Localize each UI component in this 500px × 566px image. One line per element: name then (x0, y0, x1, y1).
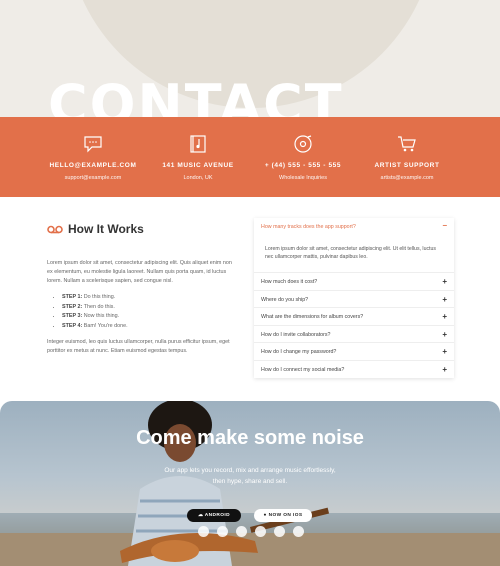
contact-band: HELLO@EXAMPLE.COM support@example.com 14… (0, 117, 500, 197)
contact-title: HELLO@EXAMPLE.COM (49, 162, 137, 169)
android-label: ANDROID (204, 513, 230, 518)
expand-icon[interactable]: + (442, 312, 447, 321)
youtube-icon[interactable] (293, 526, 304, 537)
faq-question[interactable]: How much does it cost? (261, 279, 317, 285)
step-text: Now this thing. (83, 313, 120, 319)
lastfm-icon[interactable] (274, 526, 285, 537)
android-icon: ☁ (198, 513, 204, 518)
faq-item[interactable]: How do I invite collaborators? + (254, 326, 454, 343)
contact-subtitle: London, UK (183, 175, 213, 181)
how-title: How It Works (68, 222, 144, 236)
expand-icon[interactable]: + (442, 277, 447, 286)
faq-item-open[interactable]: How many tracks does the app support? − … (254, 218, 454, 273)
expand-icon[interactable]: + (442, 295, 447, 304)
expand-icon[interactable]: + (442, 347, 447, 356)
step-text: Do this thing. (83, 294, 116, 300)
social-links (198, 526, 304, 537)
faq-answer: Lorem ipsum dolor sit amet, consectetur … (265, 246, 436, 260)
cart-icon (398, 136, 416, 152)
contact-title: 141 MUSIC AVENUE (162, 162, 234, 169)
apple-icon: ● (263, 513, 267, 518)
step-label: STEP 3: (62, 313, 83, 319)
steps-list: STEP 1: Do this thing. STEP 2: Then do t… (62, 293, 237, 331)
how-heading: How It Works (47, 222, 237, 236)
spotify-icon[interactable] (255, 526, 266, 537)
faq-question[interactable]: How do I change my password? (261, 349, 336, 355)
collapse-icon[interactable]: − (442, 221, 447, 230)
ios-button[interactable]: ● NOW ON IOS (254, 509, 312, 522)
faq-item[interactable]: What are the dimensions for album covers… (254, 308, 454, 326)
contact-title: ARTIST SUPPORT (374, 162, 440, 169)
step-text: Then do this. (83, 303, 115, 310)
how-paragraph-2: Integer euismod, leo quis luctus ullamco… (47, 339, 230, 354)
step-item: STEP 3: Now this thing. (62, 312, 237, 322)
faq-question[interactable]: Where do you ship? (261, 297, 308, 303)
step-item: STEP 1: Do this thing. (62, 293, 237, 303)
faq-question[interactable]: How do I invite collaborators? (261, 332, 330, 338)
faq-question[interactable]: What are the dimensions for album covers… (261, 314, 363, 320)
contact-subtitle[interactable]: support@example.com (33, 175, 153, 181)
cta-title: Come make some noise (136, 427, 364, 449)
chat-icon (84, 136, 102, 153)
step-item: STEP 4: Bam! You're done. (62, 322, 237, 332)
faq-item[interactable]: How much does it cost? + (254, 273, 454, 291)
cassette-icon (47, 225, 63, 233)
expand-icon[interactable]: + (442, 330, 447, 339)
faq-item[interactable]: Where do you ship? + (254, 291, 454, 308)
contact-title: + (44) 555 - 555 - 555 (264, 162, 342, 169)
how-it-works: How It Works Lorem ipsum dolor sit amet,… (47, 222, 237, 356)
soundcloud-icon[interactable] (236, 526, 247, 537)
ios-label: NOW ON IOS (268, 513, 303, 518)
android-button[interactable]: ☁ ANDROID (187, 509, 241, 522)
facebook-icon[interactable] (198, 526, 209, 537)
faq-question[interactable]: How do I connect my social media? (261, 367, 344, 373)
expand-icon[interactable]: + (442, 365, 447, 374)
faq-item[interactable]: How do I connect my social media? + (254, 361, 454, 379)
vinyl-record-icon (294, 135, 312, 153)
faq-question[interactable]: How many tracks does the app support? (261, 224, 356, 230)
contact-subtitle[interactable]: artists@example.com (347, 175, 467, 181)
twitter-icon[interactable] (217, 526, 228, 537)
step-item: STEP 2: Then do this. (62, 303, 237, 313)
cta-section: Come make some noise Our app lets you re… (0, 401, 500, 566)
faq-accordion: How many tracks does the app support? − … (254, 218, 454, 378)
hero-title: CONTACT (48, 73, 344, 118)
music-book-icon (190, 135, 206, 153)
step-label: STEP 1: (62, 294, 83, 300)
contact-subtitle: Wholesale Inquiries (279, 175, 327, 181)
hero: CONTACT (0, 0, 500, 117)
step-label: STEP 2: (62, 303, 83, 310)
step-label: STEP 4: (62, 322, 83, 329)
step-text: Bam! You're done. (83, 322, 128, 329)
faq-item[interactable]: How do I change my password? + (254, 343, 454, 361)
how-paragraph: Lorem ipsum dolor sit amet, consectetur … (47, 260, 232, 284)
cta-subtitle: Our app lets you record, mix and arrange… (164, 467, 336, 485)
